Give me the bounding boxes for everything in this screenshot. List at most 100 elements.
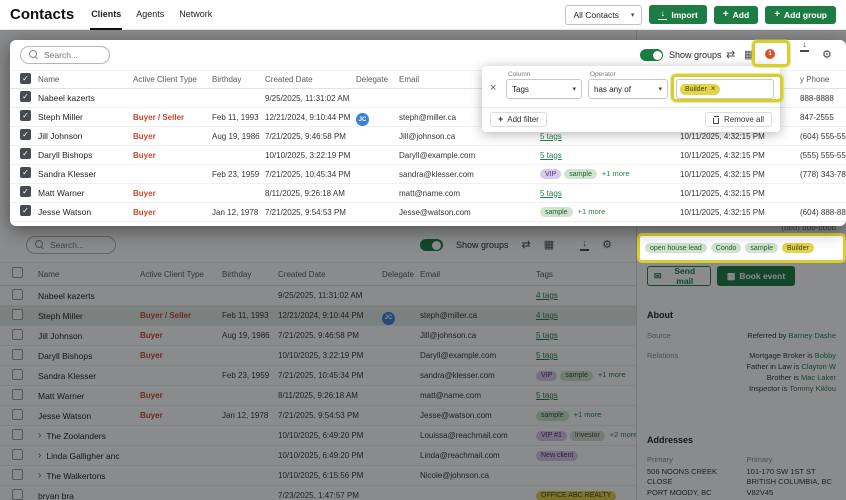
- tags-count-link[interactable]: 5 tags: [540, 132, 562, 141]
- tag-chip[interactable]: Condo: [711, 243, 742, 253]
- row-checkbox[interactable]: ✓: [20, 186, 31, 197]
- filter-popup: × Column Tags ▾ Operator has any of ▾ Bu…: [482, 66, 780, 132]
- contact-name[interactable]: Jill Johnson: [38, 131, 133, 141]
- birthday: Feb 23, 1959: [212, 170, 265, 179]
- more-tags-link[interactable]: +1 more: [602, 169, 630, 178]
- tab-clients[interactable]: Clients: [90, 0, 122, 30]
- highlight-contact-tags: open house lead Condosample Builder: [637, 233, 846, 263]
- tag-chip: VIP: [540, 169, 561, 179]
- email: matt@name.com: [399, 189, 540, 198]
- row-checkbox[interactable]: ✓: [20, 148, 31, 159]
- tag-chip: sample: [540, 207, 573, 217]
- row-checkbox[interactable]: ✓: [20, 167, 31, 178]
- tags-cell: 5 tags: [540, 151, 680, 160]
- check-icon: ✓: [21, 187, 30, 197]
- created-date: 9/25/2025, 11:31:02 AM: [265, 94, 356, 103]
- check-icon: ✓: [21, 168, 30, 178]
- tags-cell: 5 tags: [540, 189, 680, 198]
- column-header-primary-phone[interactable]: y Phone: [788, 75, 846, 84]
- add-button[interactable]: + Add: [714, 6, 758, 24]
- more-tags-link[interactable]: +1 more: [578, 207, 606, 216]
- updated-date: 10/11/2025, 4:32:15 PM: [680, 132, 788, 141]
- remove-chip-icon[interactable]: ×: [711, 85, 716, 93]
- primary-phone: (604) 555-5555: [788, 132, 846, 141]
- filter-value-input[interactable]: Builder×: [676, 79, 774, 99]
- column-header-delegate[interactable]: Delegate: [356, 75, 399, 84]
- tag-chip[interactable]: open house lead: [645, 243, 707, 253]
- table-row[interactable]: ✓Matt WarnerBuyer8/11/2025, 9:26:18 AMma…: [10, 184, 846, 203]
- email: sandra@klesser.com: [399, 170, 540, 179]
- client-type: Buyer: [133, 151, 212, 160]
- tags-count-link[interactable]: 5 tags: [540, 151, 562, 160]
- page-title: Contacts: [10, 6, 74, 23]
- add-group-button-label: Add group: [784, 10, 827, 20]
- row-checkbox[interactable]: ✓: [20, 110, 31, 121]
- primary-phone: 847-2555: [788, 113, 846, 122]
- contact-name[interactable]: Sandra Klesser: [38, 169, 133, 179]
- select-all-checkbox[interactable]: ✓: [20, 73, 31, 84]
- tags-cell: 5 tags: [540, 132, 680, 141]
- chevron-down-icon: ▾: [631, 11, 635, 19]
- filter-operator-value: has any of: [594, 85, 631, 94]
- import-button[interactable]: ↓ Import: [649, 5, 706, 25]
- table-row[interactable]: ✓Daryll BishopsBuyer10/10/2025, 3:22:19 …: [10, 146, 846, 165]
- filter-column-label: Column: [508, 71, 530, 78]
- column-header-created[interactable]: Created Date: [265, 75, 356, 84]
- column-header-type[interactable]: Active Client Type: [133, 75, 212, 84]
- tab-agents[interactable]: Agents: [135, 0, 165, 30]
- contact-name[interactable]: Steph Miller: [38, 112, 133, 122]
- tag-chip[interactable]: Builder×: [680, 84, 720, 95]
- close-icon[interactable]: ×: [490, 83, 496, 94]
- popup-divider: [482, 107, 780, 108]
- created-date: 7/21/2025, 9:54:53 PM: [265, 208, 356, 217]
- tags-cell: VIPsample+1 more: [540, 169, 680, 180]
- primary-phone: (555) 555-5555: [788, 151, 846, 160]
- remove-all-button[interactable]: Remove all: [705, 112, 772, 127]
- check-icon: ✓: [21, 92, 30, 102]
- filter-column-select[interactable]: Tags ▾: [506, 79, 582, 99]
- add-filter-button[interactable]: + Add filter: [490, 112, 547, 127]
- birthday: Aug 19, 1986: [212, 132, 265, 141]
- created-date: 12/21/2024, 9:10:44 PM: [265, 113, 356, 122]
- table-row[interactable]: ✓ Sandra Klesser Feb 23, 19597/21/2025, 10…: [10, 165, 846, 184]
- contacts-scope-select[interactable]: All Contacts ▾: [565, 5, 642, 25]
- chevron-down-icon: ▾: [572, 85, 576, 93]
- client-type: Buyer / Seller: [133, 113, 212, 122]
- contact-name[interactable]: Daryll Bishops: [38, 150, 133, 160]
- tags-count-link[interactable]: 5 tags: [540, 189, 562, 198]
- search-input[interactable]: [44, 50, 106, 60]
- birthday: Feb 11, 1993: [212, 113, 265, 122]
- email: Daryll@example.com: [399, 151, 540, 160]
- row-checkbox[interactable]: ✓: [20, 129, 31, 140]
- column-header-birthday[interactable]: Birthday: [212, 75, 265, 84]
- filter-operator-select[interactable]: has any of ▾: [588, 79, 668, 99]
- contact-name[interactable]: Jesse Watson: [38, 207, 133, 217]
- import-icon: ↓: [658, 9, 667, 21]
- filter-column-value: Tags: [512, 85, 529, 94]
- created-date: 7/21/2025, 10:45:34 PM: [265, 170, 356, 179]
- tag-chip[interactable]: Builder: [782, 243, 814, 253]
- search-box[interactable]: [20, 46, 110, 64]
- column-header-name[interactable]: Name: [38, 75, 133, 84]
- chevron-down-icon: ▾: [658, 85, 662, 93]
- client-type: Buyer: [133, 132, 212, 141]
- trash-icon: [713, 116, 720, 124]
- export-icon[interactable]: ↓: [800, 40, 809, 70]
- tag-chip[interactable]: sample: [745, 243, 778, 253]
- contact-name[interactable]: Nabeel kazerts: [38, 93, 133, 103]
- add-group-button[interactable]: + Add group: [765, 6, 836, 24]
- plus-icon: +: [723, 10, 729, 20]
- row-checkbox[interactable]: ✓: [20, 91, 31, 102]
- table-row[interactable]: ✓Jesse WatsonBuyerJan 12, 19787/21/2025,…: [10, 203, 846, 222]
- row-checkbox[interactable]: ✓: [20, 205, 31, 216]
- created-date: 7/21/2025, 9:46:58 PM: [265, 132, 356, 141]
- settings-icon[interactable]: ⚙: [822, 40, 832, 70]
- primary-phone: (604) 888-8888: [788, 208, 846, 217]
- topbar-actions: All Contacts ▾ ↓ Import + Add + Add grou…: [565, 5, 836, 25]
- delegate-avatar[interactable]: JC: [356, 113, 369, 126]
- updated-date: 10/11/2025, 4:32:15 PM: [680, 151, 788, 160]
- tab-network[interactable]: Network: [178, 0, 213, 30]
- import-button-label: Import: [671, 10, 697, 20]
- contact-name[interactable]: Matt Warner: [38, 188, 133, 198]
- topbar: Contacts Clients Agents Network All Cont…: [0, 0, 846, 30]
